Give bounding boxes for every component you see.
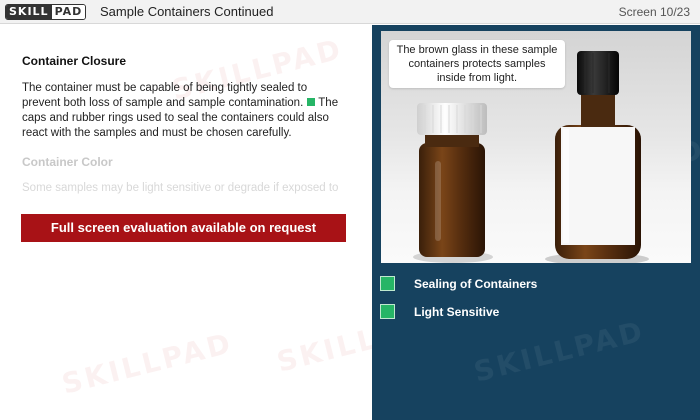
content-panel: SKILLPAD SKILLPAD SKILLPAD Container Clo…	[0, 25, 372, 420]
sample-bottles-photo: The brown glass in these sample containe…	[381, 31, 691, 263]
page-title: Sample Containers Continued	[100, 4, 274, 19]
closure-heading: Container Closure	[22, 54, 127, 68]
option-light-sensitive[interactable]: Light Sensitive	[380, 304, 499, 319]
color-heading: Container Color	[22, 155, 113, 169]
image-callout: The brown glass in these sample containe…	[389, 40, 565, 88]
screen-counter: Screen 10/23	[618, 5, 690, 19]
color-paragraph: Some samples may be light sensitive or d…	[22, 182, 339, 194]
media-panel: SKILLPAD SKILLPAD	[372, 25, 700, 420]
skillpad-logo: SKILL PAD	[5, 4, 87, 20]
option-label: Light Sensitive	[414, 304, 500, 319]
logo-left-text: SKILL	[6, 5, 52, 19]
green-box-icon	[380, 304, 395, 319]
watermark: SKILLPAD	[470, 314, 649, 389]
option-label: Sealing of Containers	[414, 276, 538, 291]
header-bar: SKILL PAD Sample Containers Continued Sc…	[0, 0, 700, 24]
green-marker-icon	[307, 98, 316, 106]
logo-right-text: PAD	[51, 5, 86, 19]
closure-text: The container must be capable of being t…	[22, 82, 308, 109]
watermark: SKILLPAD	[58, 326, 237, 401]
watermark: SKILLPAD	[273, 304, 372, 379]
green-box-icon	[380, 276, 395, 291]
evaluation-banner-button[interactable]: Full screen evaluation available on requ…	[21, 214, 346, 242]
closure-paragraph: The container must be capable of being t…	[22, 81, 347, 141]
option-sealing-of-containers[interactable]: Sealing of Containers	[380, 276, 537, 291]
